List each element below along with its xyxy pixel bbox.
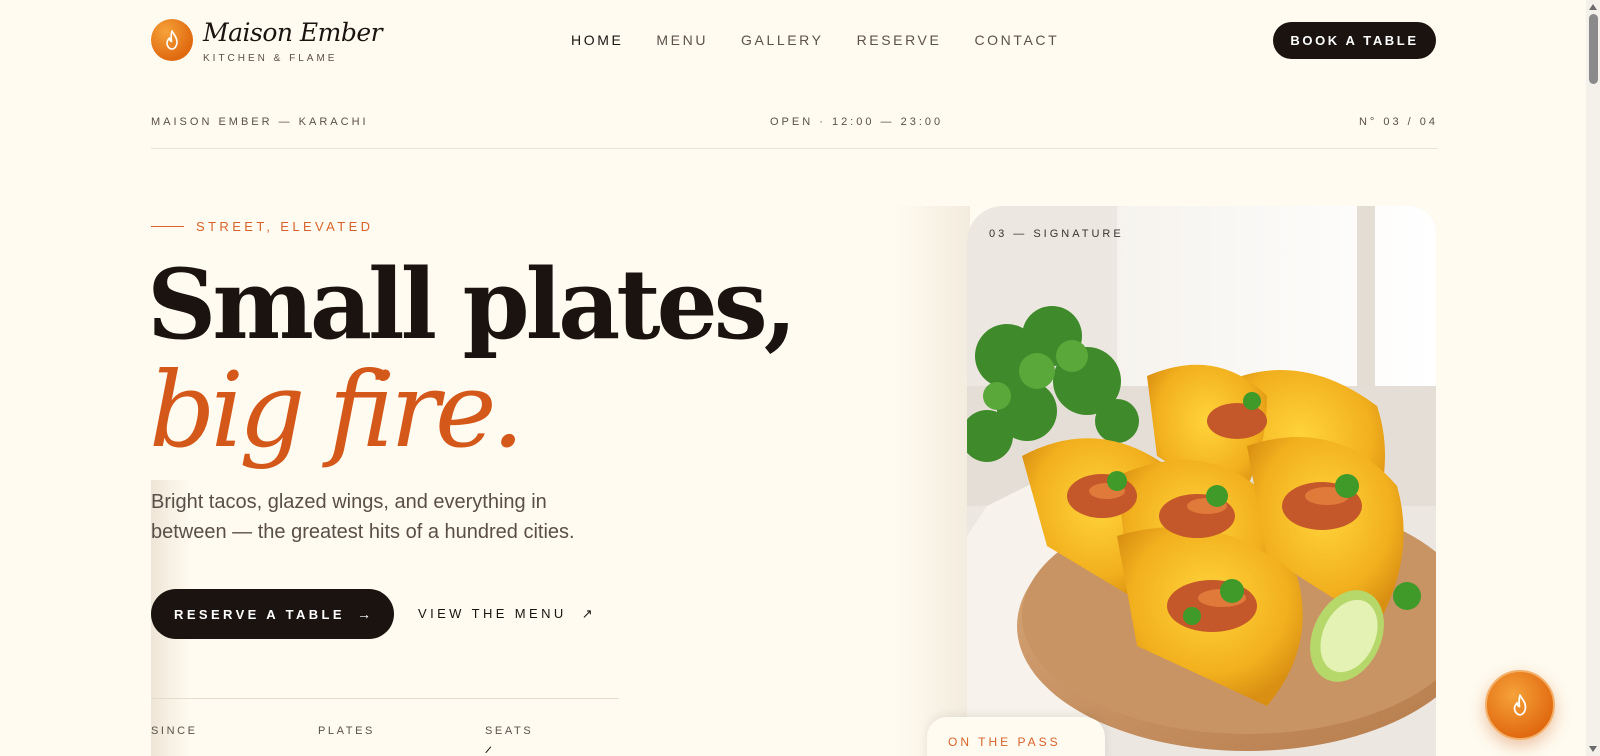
signature-dish-image [967, 206, 1436, 756]
stat-value-fragment [485, 746, 497, 756]
hero-headline-accent: big fire. [149, 349, 525, 471]
hero-headline: Small plates, [147, 248, 797, 361]
nav-item-gallery[interactable]: GALLERY [741, 32, 824, 48]
card-shadow-decor [895, 206, 970, 756]
scroll-up-arrow-icon[interactable] [1589, 4, 1597, 10]
flame-icon [1513, 694, 1527, 716]
arrow-up-right-icon: ↗ [581, 606, 593, 621]
stat-label-seats: SEATS [485, 725, 534, 737]
stats-divider [151, 698, 619, 699]
tacos-illustration [967, 206, 1436, 756]
hero-eyebrow: STREET, ELEVATED [151, 219, 373, 234]
arrow-right-icon: → [356, 606, 371, 622]
hours-text: OPEN · 12:00 — 23:00 [770, 116, 944, 128]
stat-label-since: SINCE [151, 725, 198, 737]
stat-label-plates: PLATES [318, 725, 375, 737]
page-index-text: N° 03 / 04 [1358, 116, 1438, 128]
info-bar: MAISON EMBER — KARACHI OPEN · 12:00 — 23… [151, 114, 1438, 149]
signature-label: 03 — SIGNATURE [989, 228, 1124, 240]
scroll-down-arrow-icon[interactable] [1589, 746, 1597, 752]
nav-item-menu[interactable]: MENU [656, 32, 708, 48]
brand-name[interactable]: Maison Ember [203, 18, 383, 47]
eyebrow-text: STREET, ELEVATED [196, 219, 374, 234]
nav-item-contact[interactable]: CONTACT [974, 32, 1059, 48]
nav-item-home[interactable]: HOME [571, 32, 623, 48]
logo-flame-icon[interactable] [151, 19, 193, 61]
location-text: MAISON EMBER — KARACHI [151, 116, 369, 128]
on-the-pass-text: ON THE PASS [948, 735, 1061, 749]
site-header: Maison Ember KITCHEN & FLAME HOME MENU G… [0, 0, 1600, 80]
reserve-button-label: RESERVE A TABLE [174, 606, 345, 622]
book-table-button[interactable]: BOOK A TABLE [1273, 22, 1436, 59]
reserve-table-button[interactable]: RESERVE A TABLE → [151, 589, 394, 639]
brand-tagline: KITCHEN & FLAME [203, 53, 338, 64]
hero-lede: Bright tacos, glazed wings, and everythi… [151, 491, 575, 543]
flame-fab-button[interactable] [1485, 670, 1555, 740]
nav-item-reserve[interactable]: RESERVE [857, 32, 942, 48]
view-menu-link[interactable]: VIEW THE MENU ↗ [418, 606, 593, 622]
page-scrollbar[interactable] [1586, 0, 1600, 756]
view-menu-label: VIEW THE MENU [418, 606, 567, 621]
eyebrow-rule [151, 226, 184, 227]
scroll-thumb[interactable] [1589, 14, 1598, 84]
main-nav: HOME MENU GALLERY RESERVE CONTACT [571, 32, 1092, 48]
